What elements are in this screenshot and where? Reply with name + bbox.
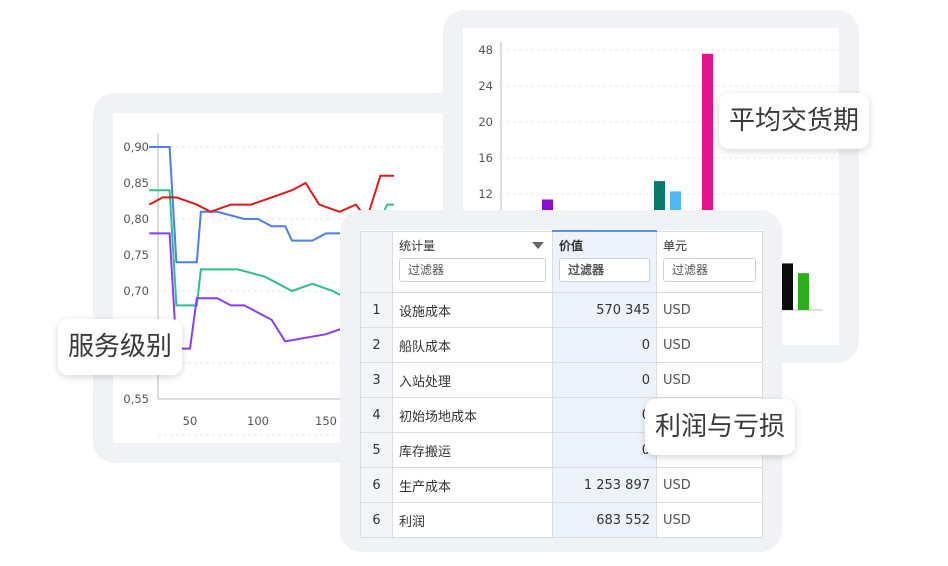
bar-y-tick-label: 24 (478, 79, 493, 93)
row-index: 5 (360, 432, 393, 468)
line-y-tick-label: 0,70 (123, 284, 149, 298)
cell-statistic[interactable]: 利润 (392, 502, 553, 538)
bar-y-tick-label: 20 (478, 115, 493, 129)
line-x-tick-label: 150 (315, 414, 337, 428)
cell-unit[interactable]: USD (656, 502, 763, 538)
cell-value[interactable]: 570 345 (552, 292, 657, 328)
cell-unit[interactable]: USD (656, 292, 763, 328)
row-index: 2 (360, 327, 393, 363)
table-row[interactable]: 6 利润 683 552 USD (360, 502, 763, 538)
row-index: 6 (360, 467, 393, 503)
index-column-header (360, 230, 393, 293)
sort-desc-icon[interactable] (532, 241, 544, 249)
cell-statistic[interactable]: 船队成本 (392, 327, 553, 363)
bar-y-tick-label: 12 (478, 187, 493, 201)
line-x-tick-label: 50 (183, 414, 198, 428)
bar-13 (782, 271, 793, 310)
table-row[interactable]: 6 生产成本 1 253 897 USD (360, 467, 763, 503)
cell-value[interactable]: 0 (552, 397, 657, 433)
cell-statistic[interactable]: 初始场地成本 (392, 397, 553, 433)
profit-loss-table-area: 统计量 过滤器 价值 过滤器 单元 过滤器 1 设施成本 570 345 USD… (360, 230, 763, 538)
row-index: 6 (360, 502, 393, 538)
profit-loss-card: 统计量 过滤器 价值 过滤器 单元 过滤器 1 设施成本 570 345 USD… (340, 210, 782, 552)
bar-y-tick-label: 16 (478, 151, 493, 165)
cell-unit[interactable]: USD (656, 362, 763, 398)
column-title-value: 价值 (559, 239, 584, 253)
line-y-tick-label: 0,90 (123, 140, 149, 154)
cell-statistic[interactable]: 库存搬运 (392, 432, 553, 468)
line-y-tick-label: 0,85 (123, 176, 149, 190)
cell-value[interactable]: 683 552 (552, 502, 657, 538)
line-y-tick-label: 0,55 (123, 392, 149, 406)
cell-unit[interactable]: USD (656, 327, 763, 363)
cell-value[interactable]: 0 (552, 432, 657, 468)
bar-y-tick-label: 48 (478, 43, 493, 57)
row-index: 4 (360, 397, 393, 433)
avg-delivery-label: 平均交货期 (719, 93, 870, 149)
column-title-unit: 单元 (663, 238, 688, 253)
cell-statistic[interactable]: 生产成本 (392, 467, 553, 503)
bar-14 (798, 273, 809, 310)
line-x-tick-label: 100 (247, 414, 269, 428)
service-level-label: 服务级别 (58, 319, 183, 375)
line-y-tick-label: 0,75 (123, 248, 149, 262)
table-row[interactable]: 1 设施成本 570 345 USD (360, 292, 763, 328)
profit-loss-table: 统计量 过滤器 价值 过滤器 单元 过滤器 1 设施成本 570 345 USD… (360, 230, 763, 538)
column-header-statistic[interactable]: 统计量 过滤器 (392, 230, 553, 293)
profit-loss-label: 利润与亏损 (645, 399, 796, 455)
line-y-tick-label: 0,80 (123, 212, 149, 226)
table-row[interactable]: 2 船队成本 0 USD (360, 327, 763, 363)
column-title-statistic: 统计量 (399, 238, 436, 253)
row-index: 3 (360, 362, 393, 398)
table-header-row: 统计量 过滤器 价值 过滤器 单元 过滤器 (360, 230, 763, 293)
cell-unit[interactable]: USD (656, 467, 763, 503)
cell-statistic[interactable]: 设施成本 (392, 292, 553, 328)
column-header-value[interactable]: 价值 过滤器 (552, 230, 657, 293)
filter-input-value[interactable]: 过滤器 (559, 258, 650, 282)
filter-input-statistic[interactable]: 过滤器 (399, 257, 546, 282)
cell-value[interactable]: 1 253 897 (552, 467, 657, 503)
table-row[interactable]: 3 入站处理 0 USD (360, 362, 763, 398)
row-index: 1 (360, 292, 393, 328)
cell-value[interactable]: 0 (552, 362, 657, 398)
cell-value[interactable]: 0 (552, 327, 657, 363)
cell-statistic[interactable]: 入站处理 (392, 362, 553, 398)
column-header-unit[interactable]: 单元 过滤器 (656, 230, 763, 293)
filter-input-unit[interactable]: 过滤器 (663, 257, 756, 282)
